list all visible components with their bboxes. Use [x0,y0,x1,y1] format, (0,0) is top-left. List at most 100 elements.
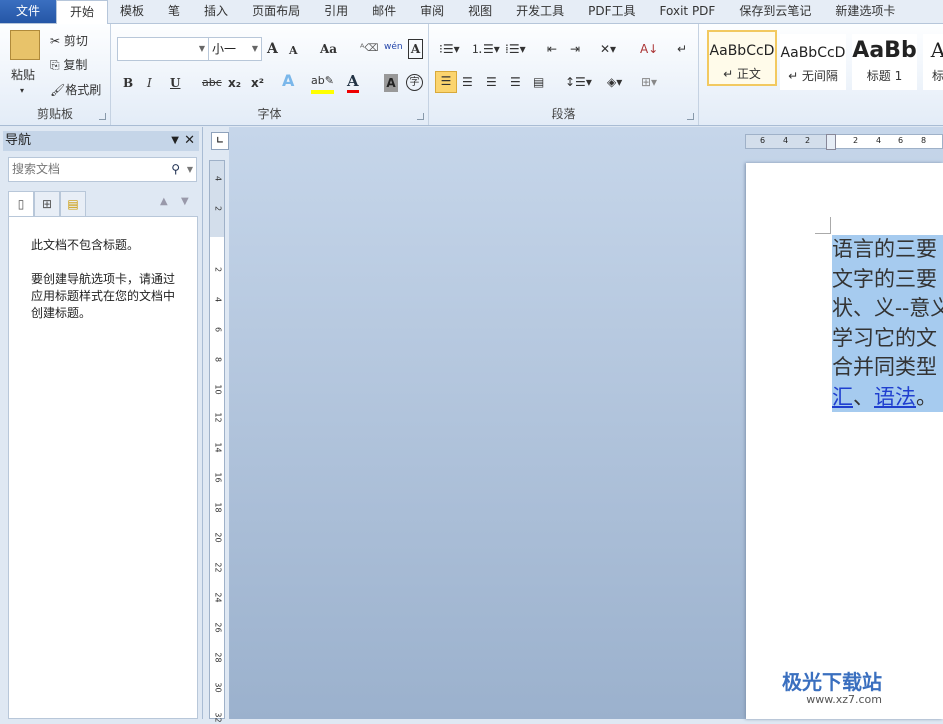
tab-layout[interactable]: 页面布局 [240,0,312,23]
ruler-number: 20 [213,532,223,543]
font-group: ▼ 小一 ▼ A A Aa ᴬ⌫ wén A B I U abc x₂ x² A … [111,24,429,125]
line-spacing-icon[interactable]: ↕☰▾ [565,73,592,91]
paste-icon[interactable] [10,30,40,60]
superscript-button[interactable]: x² [251,74,264,92]
style-heading-2[interactable]: A标 [923,34,943,90]
ruler-number: 4 [213,296,223,303]
show-marks-icon[interactable]: ↵ [677,40,687,58]
font-size-select[interactable]: 小一 ▼ [208,37,262,61]
style-normal[interactable]: AaBbCcD ↵ 正文 [707,30,777,86]
no-headings-message: 此文档不包含标题。 [31,238,140,252]
paragraph-label: 段落 [551,107,576,121]
tab-results-icon[interactable]: ▤ [60,191,86,217]
tab-save-cloud[interactable]: 保存到云笔记 [727,0,823,23]
ruler-number: 4 [213,175,223,182]
styles-gallery: AaBbCcD ↵ 正文 AaBbCcD ↵ 无间隔 AaBb 标题 1 A标 [705,28,943,90]
subscript-button[interactable]: x₂ [228,74,241,92]
tab-view[interactable]: 视图 [456,0,504,23]
paste-dropdown[interactable]: ▾ [20,82,24,100]
clear-format-icon[interactable]: ᴬ⌫ [360,40,378,58]
tab-new[interactable]: 新建选项卡 [823,0,907,23]
ribbon: 粘贴 ▾ ✂ 剪切 ⎘ 复制 🖌格式刷 剪贴板 ▼ 小一 ▼ A A Aa ᴬ⌫ … [0,24,943,126]
bullets-icon[interactable]: ⁝☰▾ [439,40,460,58]
clipboard-launcher[interactable] [99,113,106,120]
tab-pen[interactable]: 笔 [156,0,192,23]
numbering-icon[interactable]: ⒈☰▾ [471,40,500,58]
format-painter-button[interactable]: 🖌格式刷 [50,81,101,99]
cut-button[interactable]: ✂ 剪切 [50,32,88,50]
tab-template[interactable]: 模板 [108,0,156,23]
indent-marker[interactable] [826,134,836,150]
align-left-button[interactable]: ☰ [435,71,457,93]
chevron-down-icon: ▼ [251,44,258,53]
tab-developer[interactable]: 开发工具 [504,0,576,23]
tab-file[interactable]: 文件 [0,0,56,23]
char-shading-button[interactable]: A [384,74,398,92]
next-icon[interactable]: ▼ [181,196,189,207]
horizontal-ruler[interactable]: 6 4 2 2 4 6 8 [745,134,943,150]
tab-pdf-tools[interactable]: PDF工具 [576,0,647,23]
sort-icon[interactable]: A↓ [640,40,658,58]
tab-home[interactable]: 开始 [56,0,109,25]
tab-references[interactable]: 引用 [312,0,360,23]
chevron-down-icon[interactable]: ▼ [187,158,193,181]
tab-mailings[interactable]: 邮件 [360,0,408,23]
multilevel-list-icon[interactable]: ⁞☰▾ [505,40,526,58]
close-icon[interactable]: ✕ [184,131,195,151]
justify-button[interactable]: ☰ [510,73,521,91]
change-case-button[interactable]: Aa [320,40,337,58]
document-text[interactable]: 语言的三要 文字的三要 状、义--意义 学习它的文 合并同类型 汇、语法。 [832,235,943,412]
ruler-number: 8 [921,136,927,145]
copy-button[interactable]: ⎘ 复制 [50,56,87,74]
font-launcher[interactable] [417,113,424,120]
tab-insert[interactable]: 插入 [192,0,240,23]
ruler-number: 24 [213,592,223,603]
ruler-number: 10 [213,384,223,395]
text-effects-icon[interactable]: A [282,72,294,90]
paragraph-group: ⁝☰▾ ⒈☰▾ ⁞☰▾ ⇤ ⇥ ✕▾ A↓ ↵ ☰ ☰ ☰ ☰ ▤ ↕☰▾ ◈▾… [429,24,699,125]
ruler-number: 6 [213,326,223,333]
search-input[interactable]: 搜索文档 ⚲ ▼ [8,157,197,182]
grow-font-button[interactable]: A [267,40,278,58]
vocabulary-link[interactable]: 汇 [832,385,853,409]
italic-button[interactable]: I [147,74,152,92]
text-line: 学习它的文 [832,325,937,350]
ruler-number: 12 [213,412,223,423]
underline-button[interactable]: U [170,74,180,92]
pinyin-button[interactable]: wén [384,38,403,56]
paragraph-launcher[interactable] [687,113,694,120]
decrease-indent-icon[interactable]: ⇤ [547,40,557,58]
tab-stop-selector[interactable]: ∟ [211,132,229,150]
tab-foxit-pdf[interactable]: Foxit PDF [648,0,728,23]
ruler-number: 30 [213,682,223,693]
ruler-number: 18 [213,502,223,513]
watermark-logo: 极光下载站 www.xz7.com [782,670,882,706]
previous-icon[interactable]: ▲ [160,196,168,207]
ruler-number: 2 [805,136,811,145]
enclose-char-button[interactable]: 字 [406,74,423,91]
font-name-select[interactable]: ▼ [117,37,209,61]
nav-menu-icon[interactable]: ▼ [171,131,179,151]
tab-headings-icon[interactable]: ▯ [8,191,34,217]
char-border-button[interactable]: A [408,39,423,59]
font-color-button[interactable]: A [347,72,359,93]
align-center-button[interactable]: ☰ [462,73,473,91]
shrink-font-button[interactable]: A [289,42,298,60]
chinese-layout-icon[interactable]: ✕▾ [600,40,616,58]
grammar-link[interactable]: 语法 [874,385,916,409]
highlight-icon[interactable]: ab✎ [311,72,334,94]
strikethrough-button[interactable]: abc [202,74,222,92]
distribute-button[interactable]: ▤ [533,73,544,91]
borders-icon[interactable]: ⊞▾ [641,73,657,91]
shading-icon[interactable]: ◈▾ [607,73,622,91]
increase-indent-icon[interactable]: ⇥ [570,40,580,58]
tab-review[interactable]: 审阅 [408,0,456,23]
chevron-down-icon: ▼ [198,44,205,53]
style-heading-1[interactable]: AaBb 标题 1 [852,34,917,90]
align-right-button[interactable]: ☰ [486,73,497,91]
search-icon[interactable]: ⚲ [171,158,180,181]
style-no-spacing[interactable]: AaBbCcD ↵ 无间隔 [780,34,846,90]
bold-button[interactable]: B [123,74,133,92]
vertical-ruler[interactable]: 4 2 2 4 6 8 10 12 14 16 18 20 22 24 26 28 30 32 [209,160,225,723]
tab-pages-icon[interactable]: ⊞ [34,191,60,217]
